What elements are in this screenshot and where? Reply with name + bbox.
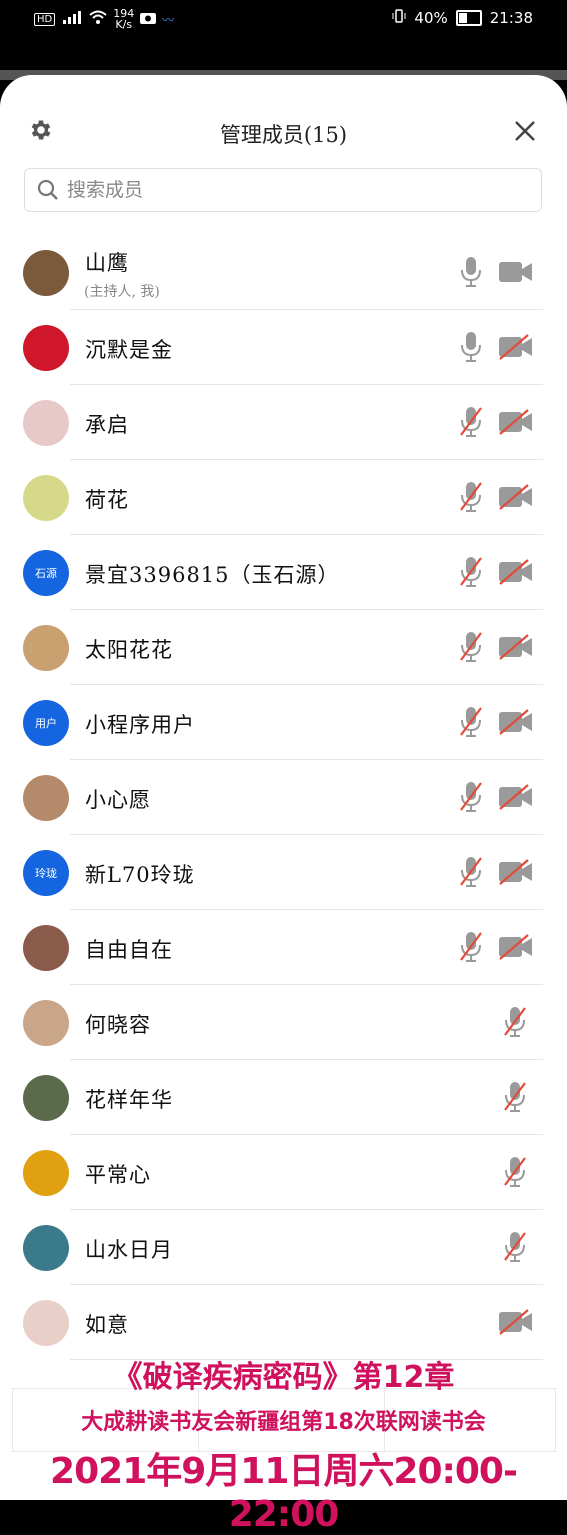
video-camera-off-icon[interactable] (498, 784, 534, 810)
avatar: 用户 (23, 700, 69, 746)
microphone-icon[interactable] (458, 330, 484, 364)
microphone-muted-icon[interactable] (502, 1080, 528, 1114)
video-camera-off-icon[interactable] (498, 559, 534, 585)
camera-icon (140, 10, 157, 28)
video-camera-off-icon[interactable] (498, 709, 534, 735)
member-name: 小程序用户 (85, 713, 195, 737)
status-bar: HD 194 K/s 〰 40% 21:38 (0, 0, 567, 36)
search-box[interactable] (24, 168, 542, 212)
hd-badge: HD (34, 12, 56, 26)
avatar (23, 400, 69, 446)
page-title: 管理成员(15) (219, 123, 348, 147)
video-camera-off-icon[interactable] (498, 1309, 534, 1335)
microphone-muted-icon[interactable] (458, 555, 484, 589)
search-input[interactable] (65, 178, 489, 202)
microphone-muted-icon[interactable] (502, 1005, 528, 1039)
member-name: 花样年华 (85, 1088, 173, 1112)
search-icon (37, 179, 58, 200)
microphone-muted-icon[interactable] (502, 1155, 528, 1189)
avatar-label: 用户 (35, 717, 57, 730)
member-name: 太阳花花 (85, 638, 173, 662)
member-name: 如意 (85, 1313, 129, 1337)
member-name: 小心愿 (85, 788, 151, 812)
member-name: 自由自在 (85, 938, 173, 962)
microphone-muted-icon[interactable] (458, 480, 484, 514)
video-camera-off-icon[interactable] (498, 859, 534, 885)
net-speed: 194 K/s (113, 7, 135, 31)
avatar (23, 325, 69, 371)
member-name: 平常心 (85, 1163, 151, 1187)
vibrate-icon (392, 9, 406, 27)
members-panel: 管理成员(15) 山鹰 (主持人, 我) 沉默是金承启荷花石源 景宜3396815（玉… (0, 75, 567, 1500)
microphone-muted-icon[interactable] (458, 780, 484, 814)
member-row[interactable]: 用户 小程序用户 (0, 685, 567, 760)
microphone-icon[interactable] (458, 255, 484, 289)
signal-icon (61, 10, 83, 28)
avatar (23, 625, 69, 671)
member-name: 新L70玲珑 (85, 863, 195, 887)
member-name: 何晓容 (85, 1013, 151, 1037)
member-row[interactable]: 小心愿 (0, 760, 567, 835)
caption-line-1: 《破译疾病密码》第12章 (112, 1360, 455, 1395)
avatar (23, 925, 69, 971)
caption-line-3: 2021年9月11日周六20:00-22:00 (50, 1451, 518, 1535)
app-notify-icon: 〰 (162, 12, 175, 27)
member-row[interactable]: 玲珑 新L70玲珑 (0, 835, 567, 910)
member-name: 荷花 (85, 488, 129, 512)
avatar-label: 玲珑 (35, 867, 57, 880)
avatar (23, 775, 69, 821)
member-row[interactable]: 何晓容 (0, 985, 567, 1060)
caption-line-2: 大成耕读书友会新疆组第18次联网读书会 (81, 1410, 486, 1435)
member-row[interactable]: 平常心 (0, 1135, 567, 1210)
member-name: 山水日月 (85, 1238, 173, 1262)
wifi-icon (89, 10, 107, 28)
member-row[interactable]: 荷花 (0, 460, 567, 535)
video-camera-off-icon[interactable] (498, 484, 534, 510)
member-name: 山鹰 (85, 251, 129, 275)
avatar (23, 1225, 69, 1271)
microphone-muted-icon[interactable] (458, 705, 484, 739)
microphone-muted-icon[interactable] (458, 930, 484, 964)
member-row[interactable]: 自由自在 (0, 910, 567, 985)
microphone-muted-icon[interactable] (502, 1230, 528, 1264)
avatar: 石源 (23, 550, 69, 596)
member-row[interactable]: 太阳花花 (0, 610, 567, 685)
member-row[interactable]: 沉默是金 (0, 310, 567, 385)
battery-percent: 40% (414, 9, 448, 27)
video-camera-off-icon[interactable] (498, 934, 534, 960)
avatar (23, 1075, 69, 1121)
member-row[interactable]: 如意 (0, 1285, 567, 1360)
member-role: (主持人, 我) (84, 284, 160, 300)
avatar: 玲珑 (23, 850, 69, 896)
avatar (23, 1000, 69, 1046)
video-camera-icon[interactable] (498, 259, 534, 285)
video-camera-off-icon[interactable] (498, 409, 534, 435)
clock: 21:38 (489, 9, 533, 27)
microphone-muted-icon[interactable] (458, 855, 484, 889)
member-name: 承启 (85, 413, 129, 437)
avatar (23, 1150, 69, 1196)
battery-icon (455, 10, 482, 26)
microphone-muted-icon[interactable] (458, 630, 484, 664)
member-row[interactable]: 石源 景宜3396815（玉石源） (0, 535, 567, 610)
video-camera-off-icon[interactable] (498, 334, 534, 360)
member-name: 沉默是金 (85, 338, 173, 362)
microphone-muted-icon[interactable] (458, 405, 484, 439)
close-icon[interactable] (513, 119, 537, 143)
video-camera-off-icon[interactable] (498, 634, 534, 660)
member-row[interactable]: 花样年华 (0, 1060, 567, 1135)
avatar (23, 250, 69, 296)
member-list: 山鹰 (主持人, 我) 沉默是金承启荷花石源 景宜3396815（玉石源） 太阳花花用户… (0, 235, 567, 1360)
avatar-label: 石源 (35, 567, 57, 580)
caption-overlay: 《破译疾病密码》第12章 大成耕读书友会新疆组第18次联网读书会 2021年9月… (0, 1350, 567, 1535)
avatar (23, 1300, 69, 1346)
member-row[interactable]: 承启 (0, 385, 567, 460)
member-name: 景宜3396815（玉石源） (85, 563, 340, 587)
member-row[interactable]: 山鹰 (主持人, 我) (0, 235, 567, 310)
avatar (23, 475, 69, 521)
member-row[interactable]: 山水日月 (0, 1210, 567, 1285)
